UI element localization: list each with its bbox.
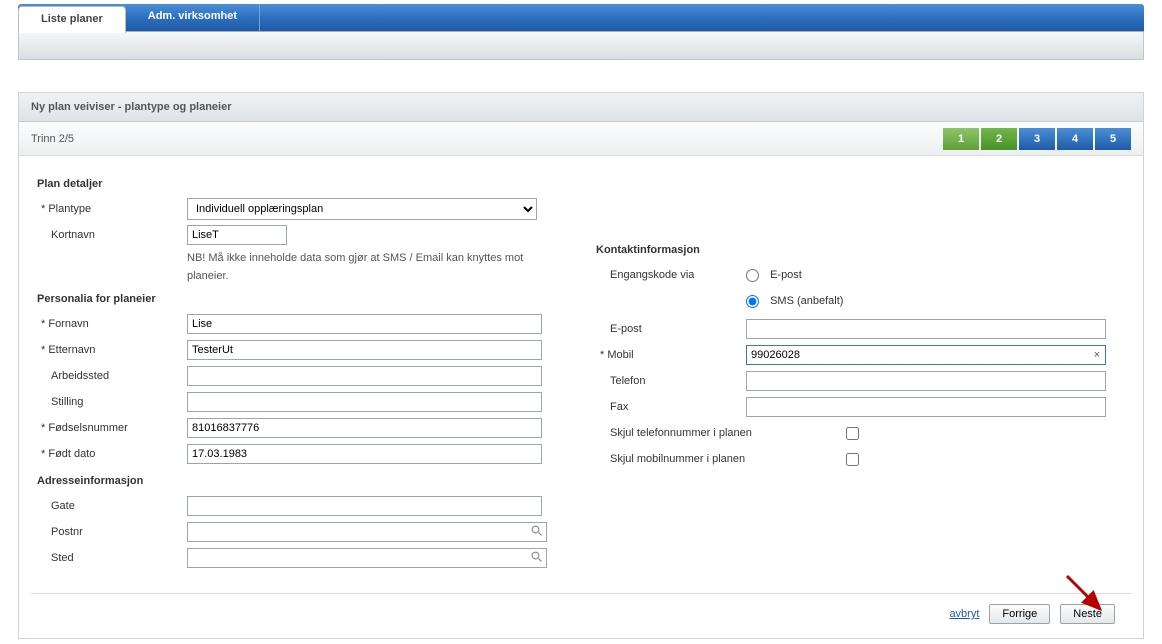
label-arbeidssted: Arbeidssted [37,370,187,382]
step-3[interactable]: 3 [1019,128,1055,150]
label-epost: E-post [596,323,746,335]
tab-adm-company[interactable]: Adm. virksomhet [126,4,260,31]
step-4[interactable]: 4 [1057,128,1093,150]
epost-input[interactable] [746,319,1106,339]
section-address: Adresseinformasjon [37,475,556,487]
label-etternavn: Etternavn [37,344,187,356]
fodt-dato-input[interactable] [187,444,542,464]
wizard-title: Ny plan veiviser - plantype og planeier [19,93,1143,122]
otp-sms-radio[interactable] [746,295,759,308]
step-1[interactable]: 1 [943,128,979,150]
search-icon[interactable] [528,525,546,540]
kortnavn-input[interactable] [187,225,287,245]
fax-input[interactable] [746,397,1106,417]
etternavn-input[interactable] [187,340,542,360]
tab-list-plans[interactable]: Liste planer [18,6,126,33]
sted-input[interactable] [188,549,528,567]
label-skjul-tlf: Skjul telefonnummer i planen [596,427,846,439]
right-column: Kontaktinformasjon Engangskode via E-pos… [596,174,1125,573]
telefon-input[interactable] [746,371,1106,391]
tabs-bar: Liste planer Adm. virksomhet [18,4,1144,32]
wizard-footer: avbryt Forrige Neste [31,593,1131,628]
step-boxes: 1 2 3 4 5 [943,128,1131,150]
step-2[interactable]: 2 [981,128,1017,150]
section-personalia: Personalia for planeier [37,293,556,305]
wizard-step-row: Trinn 2/5 1 2 3 4 5 [19,122,1143,156]
wizard-panel: Ny plan veiviser - plantype og planeier … [18,92,1144,639]
label-stilling: Stilling [37,396,187,408]
left-column: Plan detaljer Plantype Individuell opplæ… [37,174,596,573]
label-fodt-dato: Født dato [37,448,187,460]
label-kortnavn: Kortnavn [37,229,187,241]
arbeidssted-input[interactable] [187,366,542,386]
clear-icon[interactable]: × [1089,349,1105,361]
label-fornavn: Fornavn [37,318,187,330]
fornavn-input[interactable] [187,314,542,334]
postnr-search-wrap [187,522,547,542]
postnr-input[interactable] [188,523,528,541]
section-plan-details: Plan detaljer [37,178,556,190]
mobil-input-wrap: × [746,345,1106,365]
prev-button[interactable]: Forrige [989,604,1050,624]
otp-email-radio[interactable] [746,269,759,282]
cancel-link[interactable]: avbryt [949,608,979,620]
toolbar-subbar [18,32,1144,60]
section-contact: Kontaktinformasjon [596,244,1115,256]
gate-input[interactable] [187,496,542,516]
sted-search-wrap [187,548,547,568]
skjul-mob-checkbox[interactable] [846,453,859,466]
label-engangskode: Engangskode via [596,269,746,281]
next-button[interactable]: Neste [1060,604,1115,624]
label-postnr: Postnr [37,526,187,538]
step-indicator-text: Trinn 2/5 [31,133,74,145]
step-5[interactable]: 5 [1095,128,1131,150]
mobil-input[interactable] [747,346,1089,364]
label-mobil: Mobil [596,349,746,361]
label-gate: Gate [37,500,187,512]
label-skjul-mob: Skjul mobilnummer i planen [596,453,846,465]
otp-email-label: E-post [770,269,802,281]
kortnavn-note: NB! Må ikke inneholde data som gjør at S… [187,250,547,285]
label-fax: Fax [596,401,746,413]
skjul-tlf-checkbox[interactable] [846,427,859,440]
label-fodselsnummer: Fødselsnummer [37,422,187,434]
label-sted: Sted [37,552,187,564]
otp-sms-label: SMS (anbefalt) [770,295,843,307]
fodselsnummer-input[interactable] [187,418,542,438]
label-telefon: Telefon [596,375,746,387]
search-icon[interactable] [528,551,546,566]
label-plantype: Plantype [37,203,187,215]
plantype-select[interactable]: Individuell opplæringsplan [187,198,537,220]
stilling-input[interactable] [187,392,542,412]
